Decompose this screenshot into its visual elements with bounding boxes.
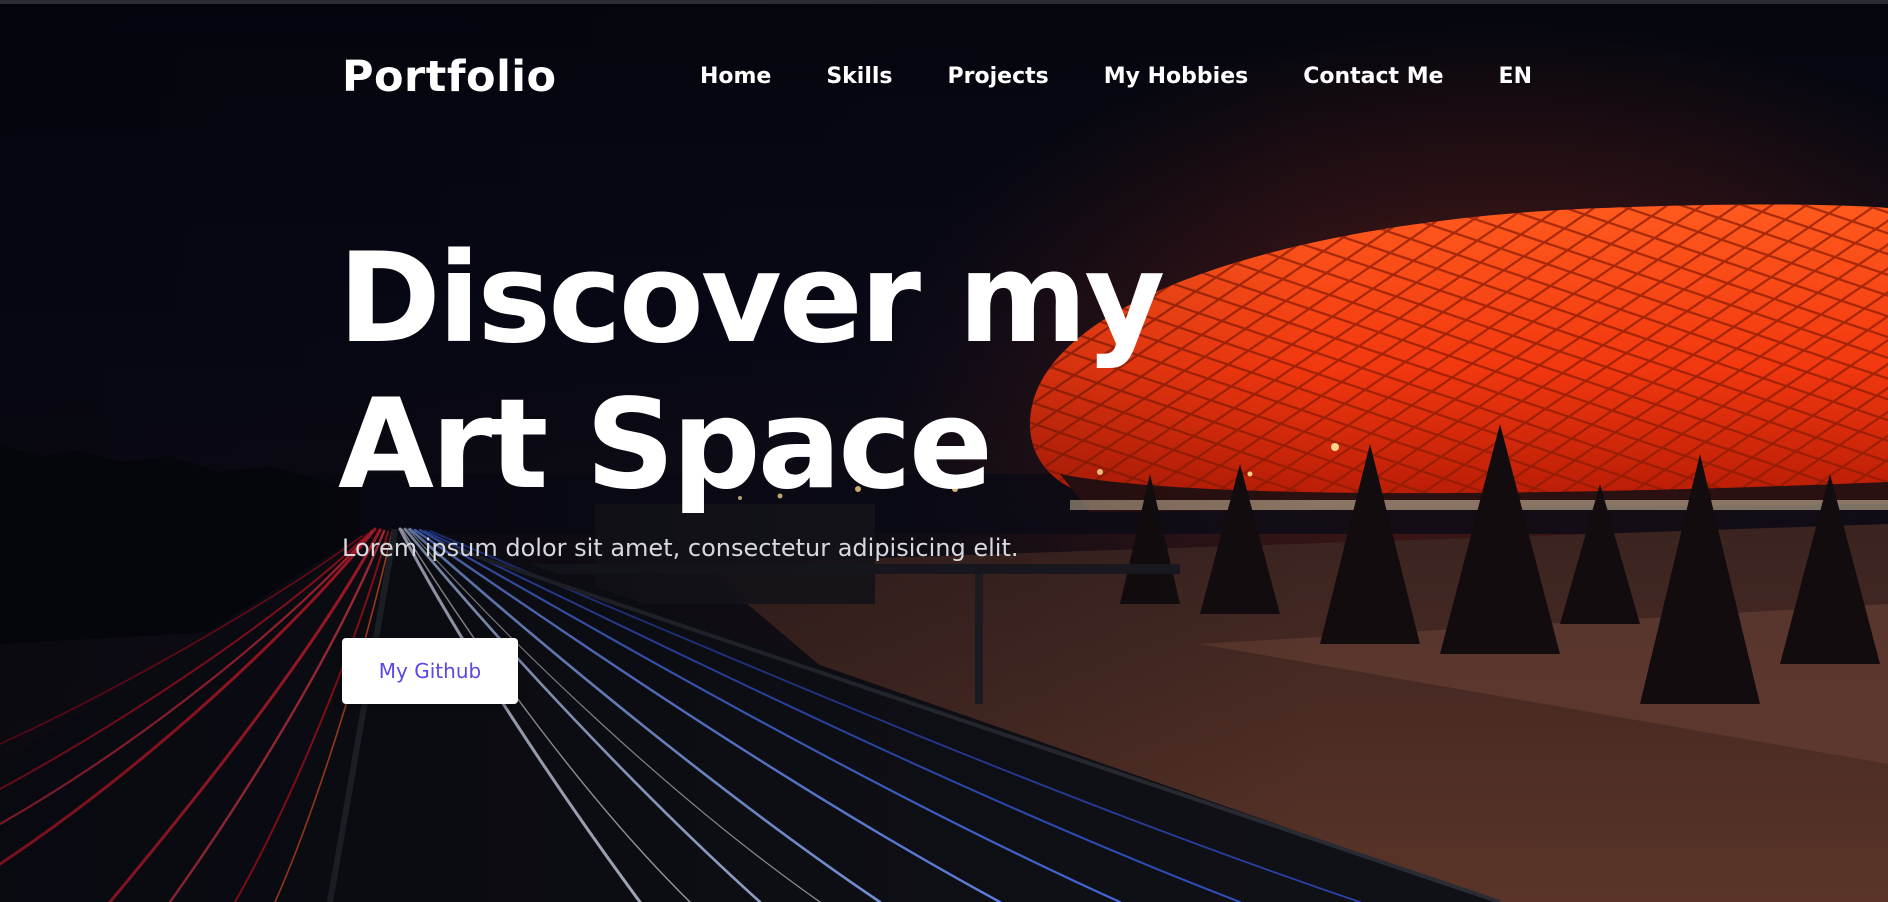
nav-item: Contact Me <box>1303 64 1443 89</box>
nav-item: My Hobbies <box>1104 64 1248 89</box>
nav-link-skills[interactable]: Skills <box>826 64 892 89</box>
language-switcher[interactable]: EN <box>1499 64 1532 89</box>
nav-item: Skills <box>826 64 892 89</box>
github-button[interactable]: My Github <box>342 638 518 704</box>
nav-link-my-hobbies[interactable]: My Hobbies <box>1104 64 1248 89</box>
nav-link-home[interactable]: Home <box>700 64 771 89</box>
nav-link-projects[interactable]: Projects <box>948 64 1049 89</box>
nav-menu: Home Skills Projects My Hobbies Contact … <box>700 64 1532 89</box>
hero-subtitle: Lorem ipsum dolor sit amet, consectetur … <box>342 534 1019 562</box>
hero-section: Portfolio Home Skills Projects My Hobbie… <box>0 4 1888 902</box>
hero-title-line-2: Art Space <box>338 373 993 517</box>
hero-title: Discover my Art Space <box>338 226 1165 518</box>
nav-item: Home <box>700 64 771 89</box>
nav-item: EN <box>1499 64 1532 89</box>
top-navigation: Portfolio Home Skills Projects My Hobbie… <box>342 46 1532 106</box>
nav-item: Projects <box>948 64 1049 89</box>
brand-logo[interactable]: Portfolio <box>342 52 557 102</box>
nav-link-contact-me[interactable]: Contact Me <box>1303 64 1443 89</box>
hero-title-line-1: Discover my <box>338 227 1165 371</box>
